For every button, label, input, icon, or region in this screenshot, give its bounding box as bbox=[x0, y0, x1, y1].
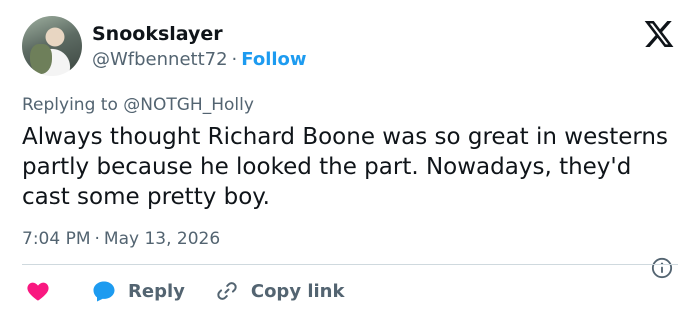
action-bar: Reply Copy link bbox=[22, 277, 344, 305]
reply-button[interactable]: Reply bbox=[92, 279, 185, 303]
handle-separator: · bbox=[231, 49, 238, 70]
replying-target-link[interactable]: @NOTGH_Holly bbox=[123, 95, 254, 115]
replying-to: Replying to @NOTGH_Holly bbox=[22, 94, 254, 116]
x-logo-icon[interactable] bbox=[642, 18, 676, 50]
tweet-date: May 13, 2026 bbox=[103, 229, 221, 249]
tweet-text: Always thought Richard Boone was so grea… bbox=[22, 124, 668, 210]
meta-separator: · bbox=[94, 229, 100, 249]
reply-label: Reply bbox=[128, 280, 185, 302]
heart-icon[interactable] bbox=[26, 279, 50, 303]
author-handle[interactable]: @Wfbennett72 bbox=[92, 49, 228, 70]
tweet-time: 7:04 PM bbox=[22, 229, 91, 249]
info-icon[interactable] bbox=[651, 257, 673, 279]
copy-link-button[interactable]: Copy link bbox=[215, 279, 345, 303]
avatar[interactable] bbox=[22, 16, 82, 76]
avatar-fish bbox=[30, 44, 52, 74]
follow-button[interactable]: Follow bbox=[241, 49, 306, 70]
tweet-timestamp[interactable]: 7:04 PM · May 13, 2026 bbox=[22, 228, 220, 250]
author-display-name[interactable]: Snookslayer bbox=[92, 22, 223, 46]
divider bbox=[22, 264, 678, 265]
link-chain-icon bbox=[217, 282, 237, 300]
author-handle-row: @Wfbennett72 · Follow bbox=[92, 48, 307, 72]
copy-link-label: Copy link bbox=[250, 280, 345, 302]
replying-prefix: Replying to bbox=[22, 95, 118, 115]
speech-bubble-icon bbox=[93, 281, 115, 302]
